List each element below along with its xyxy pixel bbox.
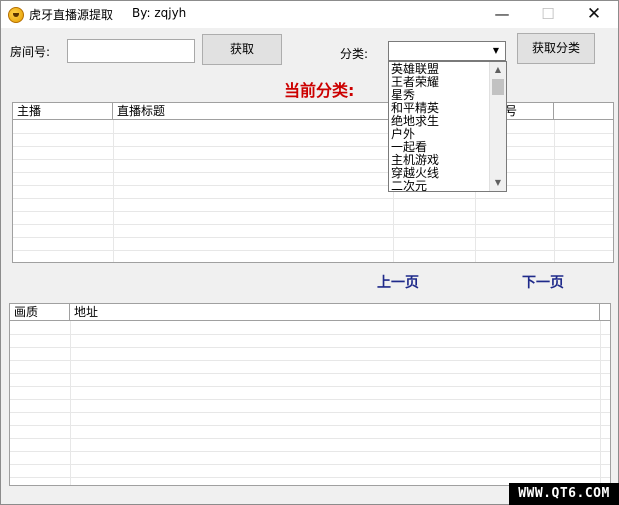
- room-number-input[interactable]: [67, 39, 195, 63]
- stream-list-table[interactable]: 主播 直播标题 号: [12, 102, 614, 263]
- maximize-button[interactable]: ☐: [525, 1, 571, 28]
- previous-page-link[interactable]: 上一页: [377, 272, 419, 292]
- column-header-quality[interactable]: 画质: [10, 304, 70, 320]
- column-header-streamer[interactable]: 主播: [13, 103, 113, 119]
- column-header-5[interactable]: [554, 103, 613, 119]
- scrollbar-thumb[interactable]: [492, 79, 504, 95]
- room-number-label: 房间号:: [10, 45, 51, 59]
- current-category-label: 当前分类:: [284, 81, 355, 100]
- fetch-button[interactable]: 获取: [202, 34, 282, 65]
- scroll-down-icon[interactable]: ▼: [490, 175, 506, 191]
- author-label: By: zqjyh: [132, 6, 187, 20]
- next-page-link[interactable]: 下一页: [522, 272, 564, 292]
- app-logo-icon: [8, 7, 24, 23]
- scroll-up-icon[interactable]: ▲: [490, 62, 506, 78]
- main-window: 虎牙直播源提取 By: zqjyh — ☐ ✕ 房间号: 获取 分类: ▼ 获取…: [0, 0, 619, 505]
- column-header-3[interactable]: [600, 304, 610, 320]
- column-header-title[interactable]: 直播标题: [113, 103, 393, 119]
- title-bar[interactable]: 虎牙直播源提取 By: zqjyh — ☐ ✕: [1, 1, 618, 28]
- chevron-down-icon[interactable]: ▼: [488, 43, 504, 59]
- close-button[interactable]: ✕: [571, 1, 617, 28]
- minimize-button[interactable]: —: [479, 1, 525, 28]
- site-watermark: WWW.QT6.COM: [509, 483, 619, 505]
- fetch-category-button[interactable]: 获取分类: [517, 33, 595, 64]
- stream-url-table[interactable]: 画质 地址: [9, 303, 611, 486]
- category-dropdown-list[interactable]: 英雄联盟 王者荣耀 星秀 和平精英 绝地求生 户外 一起看 主机游戏 穿越火线 …: [388, 61, 507, 192]
- column-header-address[interactable]: 地址: [70, 304, 600, 320]
- window-title: 虎牙直播源提取: [29, 8, 114, 22]
- category-label: 分类:: [340, 47, 369, 61]
- category-select[interactable]: ▼: [388, 41, 506, 61]
- dropdown-option[interactable]: 二次元: [391, 180, 427, 192]
- stream-list-header: 主播 直播标题 号: [13, 103, 613, 120]
- stream-url-header: 画质 地址: [10, 304, 610, 321]
- dropdown-scrollbar[interactable]: ▲ ▼: [489, 62, 506, 191]
